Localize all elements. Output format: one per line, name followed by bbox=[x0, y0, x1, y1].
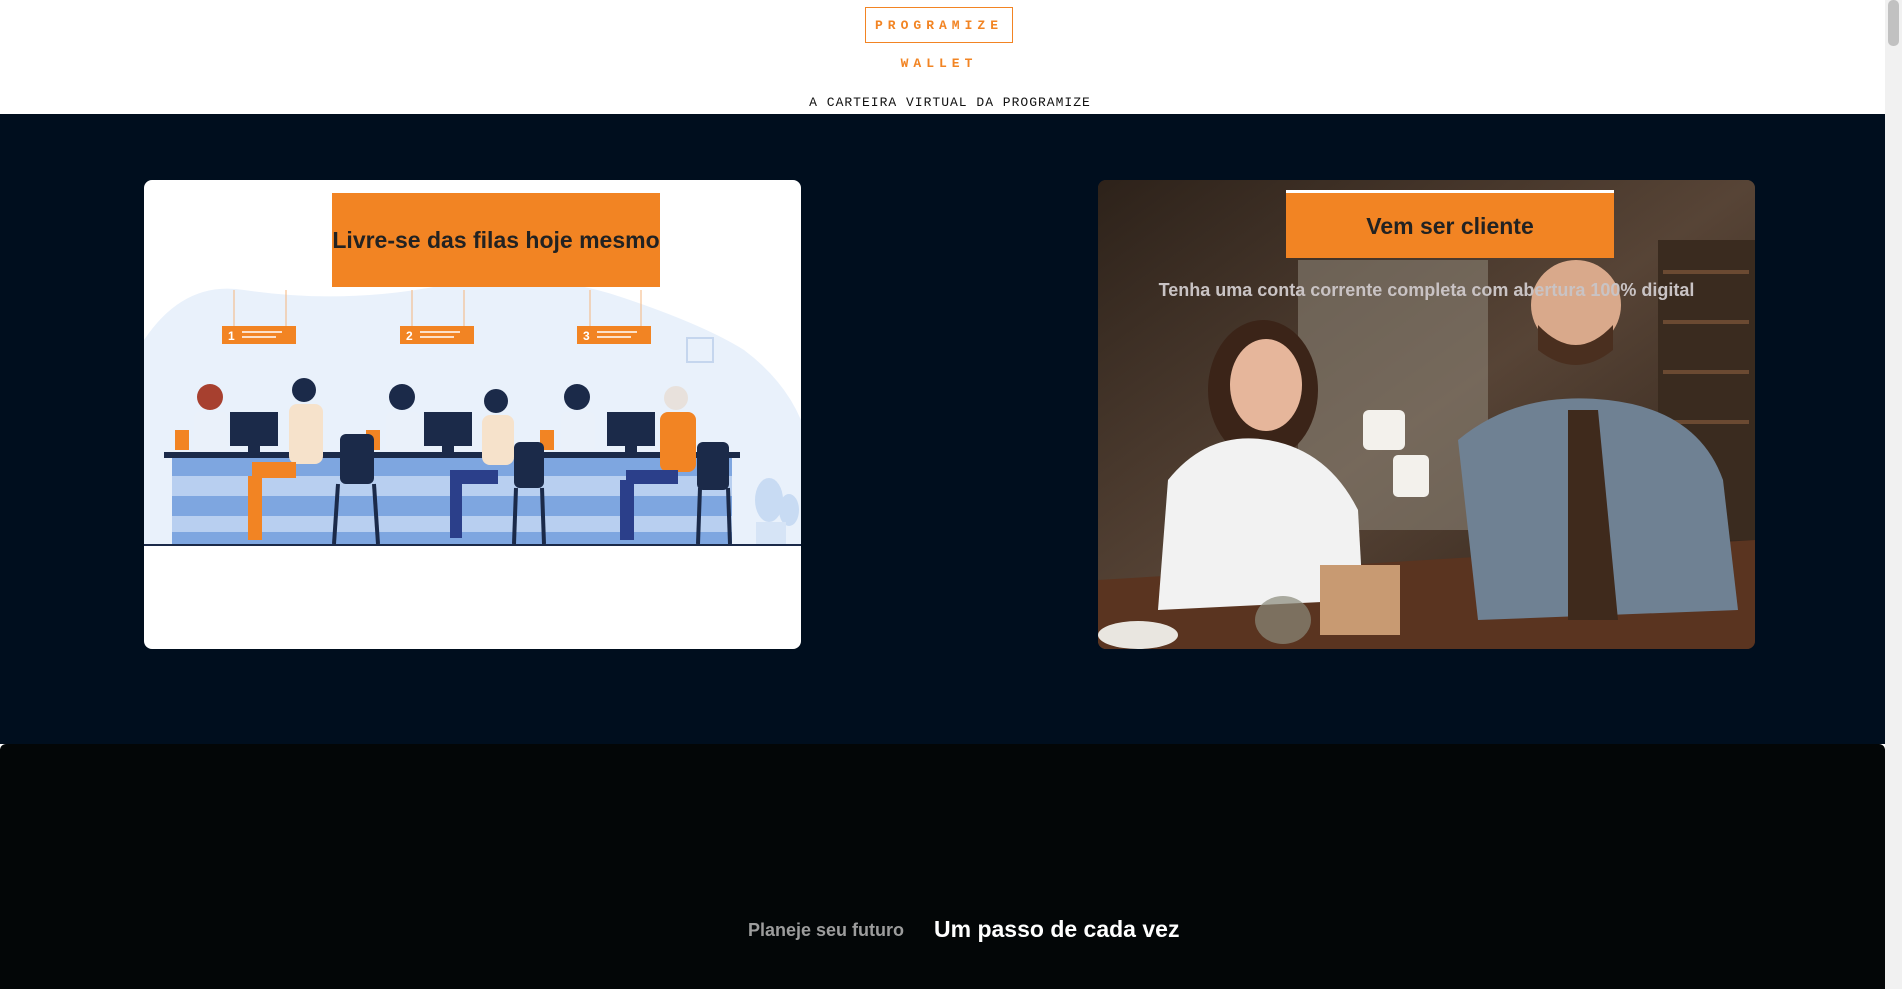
hero-section: 1 2 3 Livre-se das filas hoje mesmo Vem … bbox=[0, 114, 1885, 744]
footer-section: Planeje seu futuro Um passo de cada vez bbox=[0, 744, 1885, 989]
logo-subtitle: WALLET bbox=[900, 56, 978, 71]
vertical-scrollbar[interactable] bbox=[1885, 0, 1902, 989]
client-card: Vem ser cliente Tenha uma conta corrente… bbox=[1098, 180, 1755, 649]
card-title-client: Vem ser cliente bbox=[1286, 190, 1614, 258]
sign-number: 1 bbox=[228, 329, 235, 343]
queue-card: 1 2 3 Livre-se das filas hoje mesmo bbox=[144, 180, 801, 649]
sign-number: 3 bbox=[583, 329, 590, 343]
sign-number: 2 bbox=[406, 329, 413, 343]
tagline: A CARTEIRA VIRTUAL DA PROGRAMIZE bbox=[809, 95, 1091, 110]
footer-text-step: Um passo de cada vez bbox=[934, 916, 1180, 942]
card-description: Tenha uma conta corrente completa com ab… bbox=[1158, 280, 1695, 300]
site-header: PROGRAMIZE WALLET A CARTEIRA VIRTUAL DA … bbox=[0, 0, 1902, 114]
card-title-queue: Livre-se das filas hoje mesmo bbox=[332, 193, 660, 287]
scrollbar-thumb[interactable] bbox=[1888, 0, 1899, 46]
footer-text-plan: Planeje seu futuro bbox=[748, 920, 905, 940]
logo[interactable]: PROGRAMIZE bbox=[865, 7, 1013, 43]
